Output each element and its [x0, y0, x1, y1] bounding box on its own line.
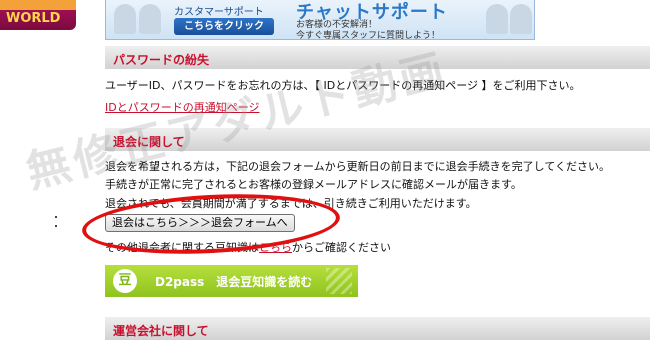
- main-content: カスタマーサポート チャットサポート こちらをクリック お客様の不安解消！ 今す…: [21, 0, 650, 350]
- withdraw-text-line: 手続きが正常に完了されるとお客様の登録メールアドレスに確認メールが届きます。: [105, 178, 522, 191]
- password-reset-link[interactable]: IDとパスワードの再通知ページ: [105, 99, 260, 115]
- withdraw-text-line: 退会を希望される方は，下記の退会フォームから更新日の前日までに退会手続きを完了し…: [105, 160, 611, 173]
- withdraw-tips-label: D2pass 退会豆知識を読む: [155, 275, 313, 289]
- support-staff-icon: [139, 4, 161, 34]
- password-section-header: パスワードの紛失: [105, 46, 650, 69]
- divider-dot: [55, 225, 57, 227]
- company-section-header: 運営会社に関して: [105, 317, 650, 340]
- stripe-decoration: [326, 268, 352, 294]
- withdraw-info-prefix: その他退会者に関する豆知識は: [105, 241, 259, 254]
- support-staff-icon: [114, 4, 136, 34]
- logo-top-strip: [0, 0, 76, 10]
- divider-dot: [55, 216, 57, 218]
- support-staff-icon: [486, 4, 508, 34]
- logo-world-text: WORLD: [6, 11, 61, 26]
- password-description: ユーザーID、パスワードをお忘れの方は、【 IDとパスワードの再通知ページ 】を…: [105, 79, 581, 92]
- section-title: 運営会社に関して: [113, 324, 209, 338]
- withdraw-tips-banner[interactable]: 豆 D2pass 退会豆知識を読む: [105, 265, 358, 297]
- section-title: 退会に関して: [113, 135, 185, 149]
- chat-support-banner[interactable]: カスタマーサポート チャットサポート こちらをクリック お客様の不安解消！ 今す…: [105, 0, 535, 41]
- banner-subtext: 今すぐ専属スタッフに質問しよう！: [296, 31, 441, 41]
- banner-small-title: カスタマーサポート: [174, 7, 264, 18]
- withdraw-form-button[interactable]: 退会はこちら＞＞＞退会フォームへ: [105, 214, 295, 232]
- site-logo[interactable]: WORLD: [0, 0, 76, 30]
- withdraw-info-link[interactable]: こちら: [259, 241, 292, 254]
- left-column: WORLD: [0, 0, 95, 350]
- withdraw-section-header: 退会に関して: [105, 128, 650, 151]
- withdraw-info-line: その他退会者に関する豆知識はこちらからご確認ください: [105, 239, 391, 255]
- support-staff-icon: [510, 4, 532, 34]
- withdraw-text-line: 退会されても、会員期間が満了するまでは、引き続きご利用いただけます。: [105, 197, 477, 210]
- section-title: パスワードの紛失: [113, 53, 210, 67]
- bean-icon: 豆: [113, 269, 137, 293]
- banner-click-button[interactable]: こちらをクリック: [174, 18, 274, 35]
- withdraw-info-suffix: からご確認ください: [292, 241, 391, 254]
